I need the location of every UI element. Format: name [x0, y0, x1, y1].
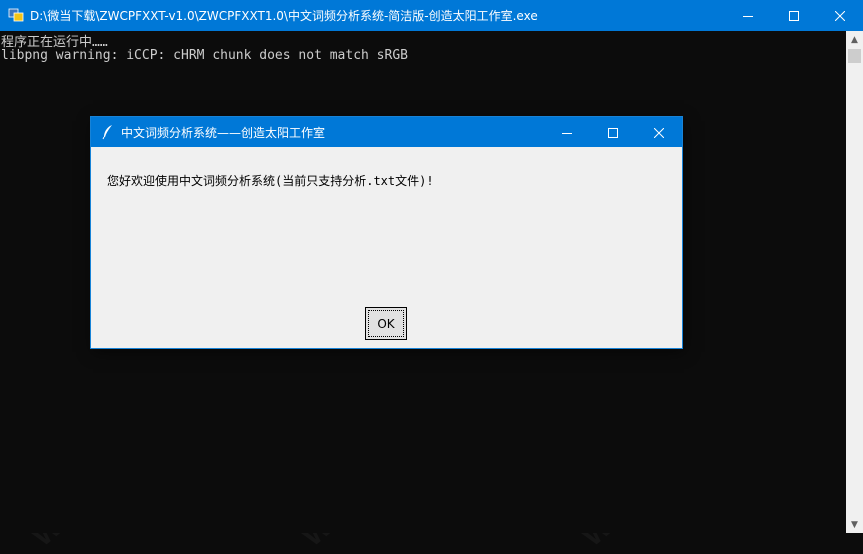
scroll-up-arrow[interactable]: ▲ — [846, 31, 863, 48]
console-maximize-button[interactable] — [771, 0, 817, 31]
dialog-minimize-button[interactable] — [544, 117, 590, 147]
ok-button[interactable]: OK — [365, 307, 407, 340]
dialog-message: 您好欢迎使用中文词频分析系统(当前只支持分析.txt文件)! — [107, 174, 434, 188]
console-app-icon — [8, 7, 24, 23]
console-minimize-button[interactable] — [725, 0, 771, 31]
chevron-up-icon: ▲ — [851, 34, 858, 45]
dialog-title: 中文词频分析系统——创造太阳工作室 — [121, 126, 326, 140]
message-dialog: 中文词频分析系统——创造太阳工作室 您好欢迎使用中文词频分析系统(当前只支持分析… — [91, 117, 682, 348]
maximize-icon — [608, 123, 618, 142]
scroll-down-arrow[interactable]: ▼ — [846, 516, 863, 533]
console-titlebar[interactable]: D:\微当下载\ZWCPFXXT-v1.0\ZWCPFXXT1.0\中文词频分析… — [0, 0, 863, 31]
chevron-down-icon: ▼ — [851, 519, 858, 530]
scroll-thumb[interactable] — [848, 49, 861, 63]
dialog-close-button[interactable] — [636, 117, 682, 147]
close-icon — [834, 6, 846, 25]
console-scrollbar[interactable]: ▲ ▼ — [846, 31, 863, 533]
dialog-maximize-button[interactable] — [590, 117, 636, 147]
console-window-title: D:\微当下载\ZWCPFXXT-v1.0\ZWCPFXXT1.0\中文词频分析… — [30, 9, 538, 23]
minimize-icon — [562, 123, 572, 142]
dialog-titlebar[interactable]: 中文词频分析系统——创造太阳工作室 — [91, 117, 682, 147]
console-close-button[interactable] — [817, 0, 863, 31]
feather-icon — [101, 124, 115, 140]
minimize-icon — [743, 6, 753, 25]
close-icon — [653, 123, 665, 142]
maximize-icon — [789, 6, 799, 25]
console-line: libpng warning: iCCP: cHRM chunk does no… — [1, 48, 408, 63]
